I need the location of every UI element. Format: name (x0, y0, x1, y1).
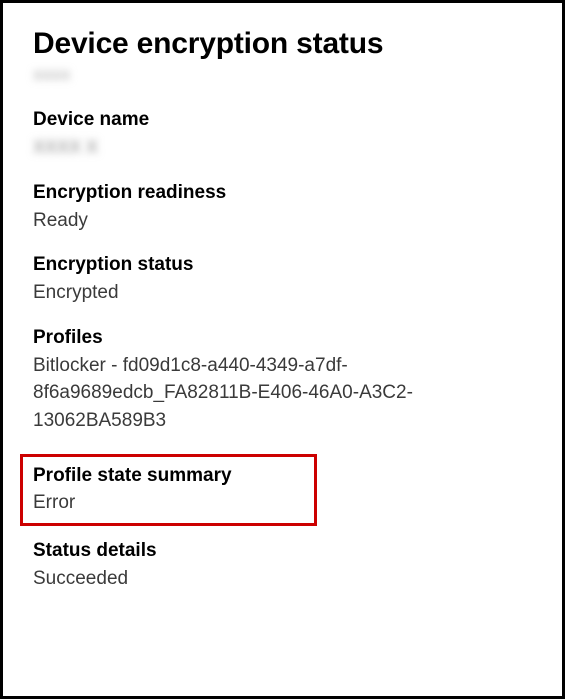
profiles-value: Bitlocker - fd09d1c8-a440-4349-a7df-8f6a… (33, 352, 532, 435)
profile-state-summary-label: Profile state summary (33, 465, 304, 487)
field-encryption-readiness: Encryption readiness Ready (33, 182, 532, 235)
profiles-label: Profiles (33, 327, 532, 349)
status-details-label: Status details (33, 540, 532, 562)
encryption-status-label: Encryption status (33, 254, 532, 276)
page-title: Device encryption status (33, 27, 532, 61)
field-encryption-status: Encryption status Encrypted (33, 254, 532, 307)
status-details-value: Succeeded (33, 565, 532, 593)
device-name-value: XXXX X (33, 134, 532, 162)
encryption-status-value: Encrypted (33, 279, 532, 307)
encryption-readiness-value: Ready (33, 207, 532, 235)
encryption-readiness-label: Encryption readiness (33, 182, 532, 204)
field-status-details: Status details Succeeded (33, 540, 532, 593)
device-name-label: Device name (33, 109, 532, 131)
field-profiles: Profiles Bitlocker - fd09d1c8-a440-4349-… (33, 327, 532, 435)
profile-state-summary-value: Error (33, 489, 304, 517)
highlight-box: Profile state summary Error (20, 454, 317, 526)
field-device-name: Device name XXXX X (33, 109, 532, 162)
subtitle-obscured: XXXX (33, 67, 70, 83)
